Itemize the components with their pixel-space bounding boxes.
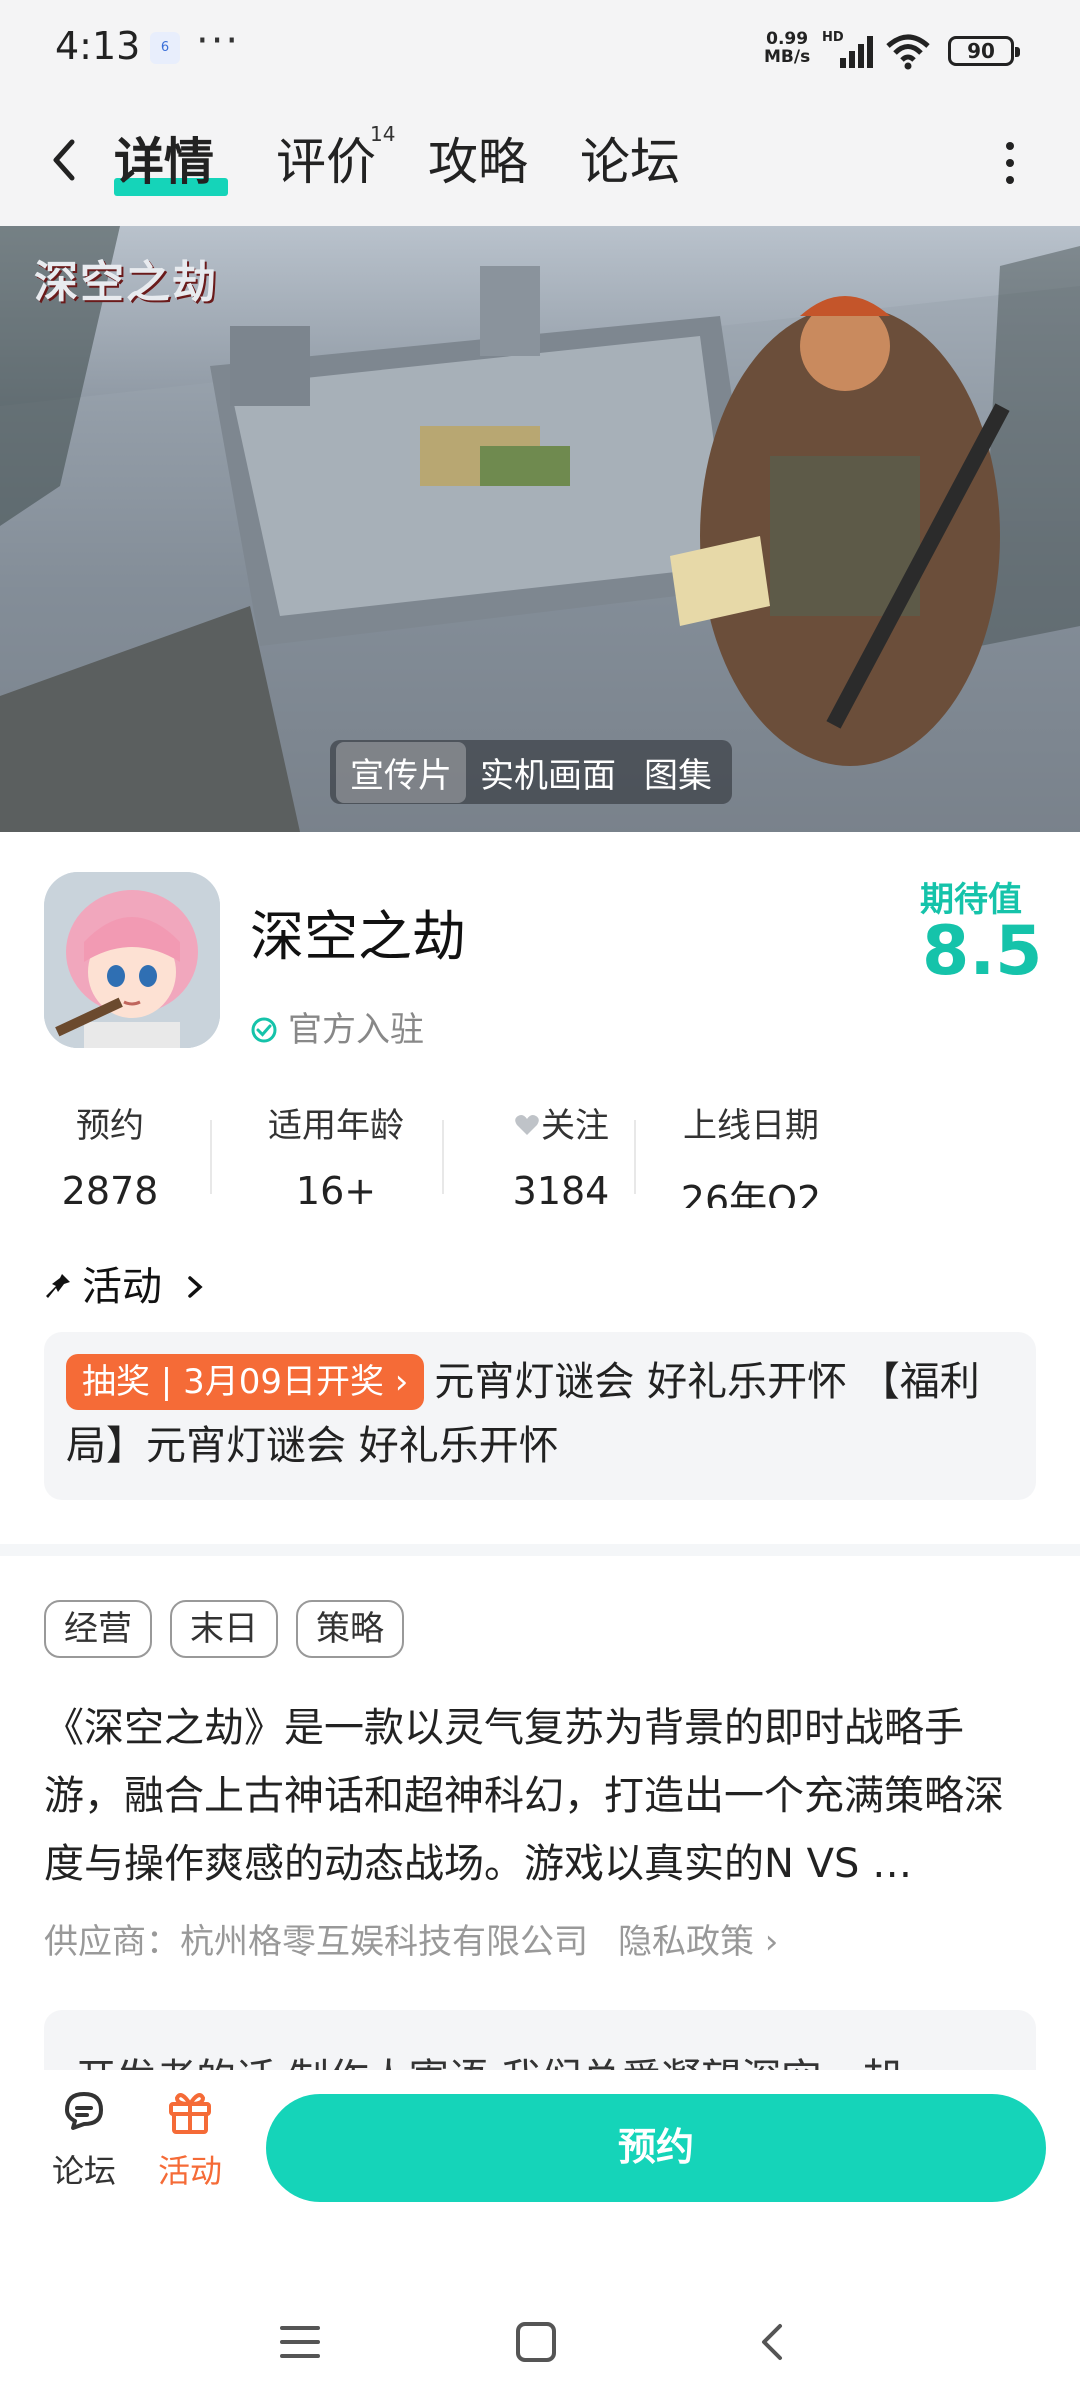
tab-forum[interactable]: 论坛 bbox=[580, 122, 680, 194]
tab-guides[interactable]: 攻略 bbox=[428, 122, 528, 194]
gift-icon bbox=[169, 2093, 211, 2134]
chevron-right-icon bbox=[187, 1276, 203, 1298]
home-icon[interactable] bbox=[514, 2320, 558, 2364]
tab-reviews[interactable]: 评价 bbox=[276, 122, 376, 194]
game-app-icon bbox=[44, 872, 220, 1048]
network-speed: 0.99 MB/s bbox=[764, 29, 811, 67]
game-title: 深空之劫 bbox=[250, 905, 466, 968]
status-more-icon: ··· bbox=[196, 18, 241, 64]
game-tags: 经营 末日 策略 bbox=[44, 1600, 404, 1658]
stat-divider bbox=[442, 1120, 444, 1194]
stat-followers: 关注 3184 bbox=[512, 1106, 610, 1208]
heart-icon bbox=[515, 1115, 539, 1135]
media-tab-gameplay[interactable]: 实机画面 bbox=[466, 742, 630, 803]
pin-icon bbox=[46, 1274, 70, 1298]
back-arrow-icon[interactable] bbox=[44, 130, 84, 190]
privacy-policy-link[interactable]: 隐私政策 › bbox=[618, 1922, 778, 1962]
game-stats: 预约 2878 适用年龄 16+ 关注 3184 上线日期 26年Q2 bbox=[30, 1098, 870, 1208]
media-tab-gallery[interactable]: 图集 bbox=[630, 742, 726, 803]
supplier-info: 供应商：杭州格零互娱科技有限公司 隐私政策 › bbox=[44, 1922, 779, 1962]
lottery-badge: 抽奖 | 3月09日开奖 › bbox=[66, 1354, 425, 1410]
activity-section-header[interactable]: 活动 bbox=[44, 1254, 207, 1312]
tag-doomsday[interactable]: 末日 bbox=[170, 1600, 278, 1658]
stat-divider bbox=[634, 1120, 636, 1194]
verified-check-icon bbox=[251, 1017, 277, 1043]
reserve-button[interactable]: 预约 bbox=[266, 2094, 1046, 2202]
game-description[interactable]: 《深空之劫》是一款以灵气复苏为背景的即时战略手游，融合上古神话和超神科幻，打造出… bbox=[44, 1694, 1040, 1898]
expectation-score-value: 8.5 bbox=[922, 912, 1043, 991]
wifi-icon bbox=[886, 34, 930, 70]
forum-chat-icon bbox=[65, 2092, 103, 2130]
status-time: 4:13 bbox=[55, 24, 141, 68]
tag-business[interactable]: 经营 bbox=[44, 1600, 152, 1658]
developer-note-card[interactable]: 开发者的话 制作人寄语 我们总爱凝望深空，却 bbox=[44, 2010, 1036, 2070]
menu-icon[interactable] bbox=[278, 2320, 322, 2364]
game-banner-video[interactable]: 深空之劫 宣传片 实机画面 图集 bbox=[0, 226, 1080, 832]
battery-icon: 90 bbox=[948, 36, 1020, 66]
official-verified-label: 官方入驻 bbox=[250, 1002, 424, 1051]
bottom-forum-button[interactable]: 论坛 bbox=[44, 2084, 124, 2192]
status-bar: 4:13 6 ··· 0.99 MB/s HD 90 bbox=[0, 0, 1080, 100]
notification-app-icon: 6 bbox=[150, 32, 180, 64]
media-tab-trailer[interactable]: 宣传片 bbox=[336, 741, 466, 803]
activity-card[interactable]: 抽奖 | 3月09日开奖 › 元宵灯谜会 好礼乐开怀 【福利局】元宵灯谜会 好礼乐… bbox=[44, 1332, 1036, 1500]
developer-note-text: 开发者的话 制作人寄语 我们总爱凝望深空，却 bbox=[76, 2046, 901, 2070]
cell-signal-icon bbox=[840, 36, 873, 68]
bottom-activity-button[interactable]: 活动 bbox=[150, 2084, 230, 2192]
tab-details[interactable]: 详情 bbox=[114, 122, 214, 194]
more-options-icon[interactable] bbox=[1000, 140, 1020, 186]
stat-age-rating: 适用年龄 16+ bbox=[268, 1106, 404, 1208]
stat-reservations: 预约 2878 bbox=[61, 1106, 159, 1208]
top-navigation: 详情 评价 14 攻略 论坛 bbox=[0, 100, 1080, 226]
section-divider bbox=[0, 1544, 1080, 1556]
banner-game-logo: 深空之劫 bbox=[34, 257, 218, 308]
stat-launch-date: 上线日期 26年Q2 bbox=[680, 1106, 822, 1208]
system-navigation-bar bbox=[0, 2210, 1080, 2400]
bottom-action-bar: 论坛 活动 预约 bbox=[0, 2070, 1080, 2210]
tag-strategy[interactable]: 策略 bbox=[296, 1600, 404, 1658]
stat-divider bbox=[210, 1120, 212, 1194]
system-back-icon[interactable] bbox=[750, 2320, 794, 2364]
media-tabs: 宣传片 实机画面 图集 bbox=[330, 740, 732, 804]
